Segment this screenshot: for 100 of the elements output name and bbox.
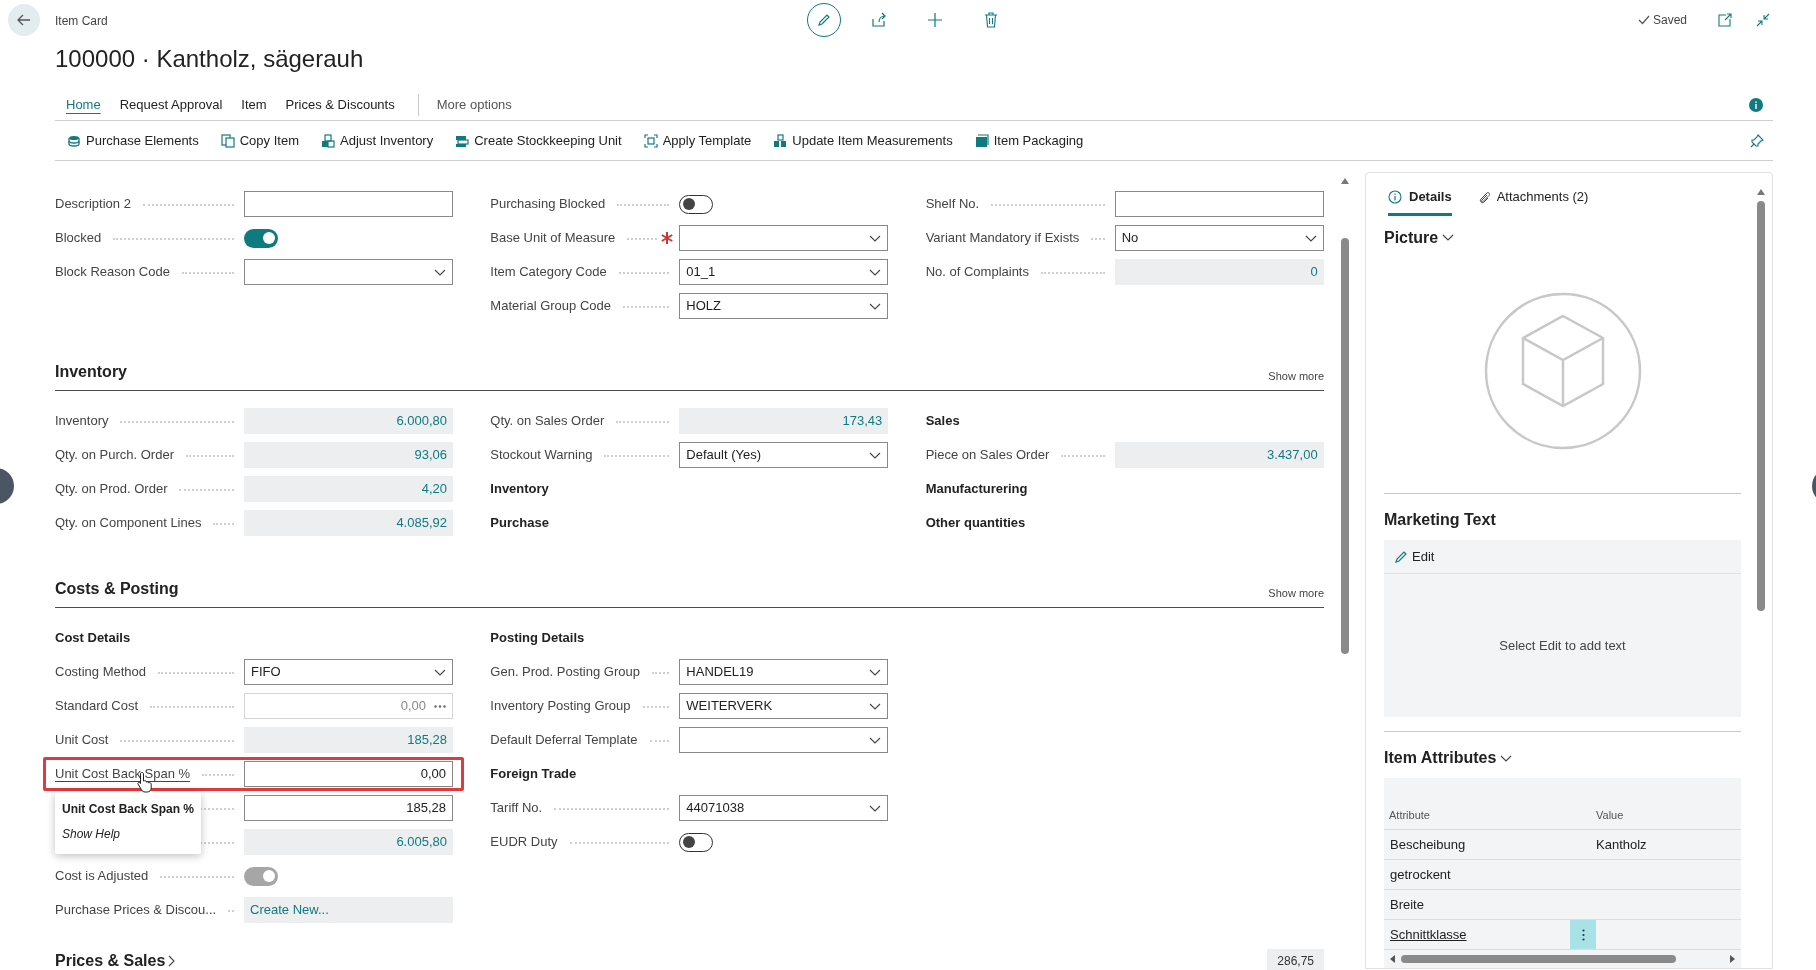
readonly-field: 4.085,92 [244,510,453,536]
dropdown-field[interactable] [679,727,889,753]
chevron-down-icon [869,268,882,276]
more-options-tab[interactable]: More options [436,90,512,120]
chevron-down-icon [869,302,882,310]
field-label: Purchase Prices & Discou... [55,901,217,920]
action-button[interactable]: Copy Item [220,130,299,151]
chevron-down-icon [434,268,446,276]
table-cell-text: Bescheibung [1389,835,1467,854]
horizontal-scrollbar-thumb[interactable] [1401,955,1676,963]
field-label: Unit Cost [55,731,109,750]
action-button[interactable]: Purchase Elements [67,130,199,151]
marketing-text-header: Marketing Text [1384,510,1497,530]
field-label: Qty. on Purch. Order [55,446,174,465]
action-button[interactable]: Apply Template [643,130,752,151]
chevron-right-icon [168,955,176,967]
chevron-down-icon [434,668,446,676]
readonly-field: 173,43 [679,408,889,434]
open-new-window-button[interactable] [1715,10,1735,30]
trash-icon [984,12,998,28]
ellipsis-icon [434,704,446,708]
readonly-field: 0 [1114,259,1324,285]
action-button[interactable]: Adjust Inventory [321,130,434,151]
menu-tab[interactable]: Request Approval [119,90,223,120]
picture-header[interactable]: Picture [1384,225,1455,250]
breadcrumb: Item Card [55,13,108,30]
group-heading: Inventory [490,480,549,499]
text-field[interactable] [1114,191,1324,217]
more-vertical-icon [1581,928,1585,941]
scroll-left-icon[interactable] [1390,955,1395,963]
chevron-down-icon [869,736,882,744]
field-label: Piece on Sales Order [925,446,1050,465]
popout-icon [1718,13,1732,27]
action-button[interactable]: Item Packaging [974,130,1084,151]
field-label: Qty. on Sales Order [490,412,605,431]
field-label[interactable]: Unit Cost Back Span % [55,764,191,784]
table-cell[interactable]: Schnittklasse [1384,924,1570,945]
menu-tab[interactable]: Prices & Discounts [285,90,395,120]
section-title[interactable]: Prices & Sales [55,949,176,970]
scrollbar-thumb[interactable] [1756,201,1765,611]
show-help-link[interactable]: Show Help [55,820,202,848]
dropdown-field[interactable]: 44071038 [679,795,889,821]
group-heading: Purchase [490,514,549,533]
field-label: EUDR Duty [490,833,558,852]
toggle-switch[interactable] [244,228,278,248]
table-cell-text: Kantholz [1596,835,1647,854]
stack-icon [455,133,470,148]
dropdown-field[interactable]: Default (Yes) [679,442,889,468]
chevron-down-icon [1304,234,1317,242]
dropdown-field[interactable] [679,225,889,251]
field-label: Blocked [55,229,102,248]
show-more-link[interactable]: Show more [1268,584,1324,601]
item-attributes-header[interactable]: Item Attributes [1384,746,1513,770]
field-label: Base Unit of Measure [490,229,616,248]
field-label: Qty. on Component Lines [55,514,202,533]
info-button[interactable] [1749,98,1763,112]
number-field[interactable]: 0,00 [244,761,453,787]
text-field[interactable] [244,191,453,217]
field-label: Description 2 [55,195,131,214]
field-label: Purchasing Blocked [490,195,606,214]
factbox-tab[interactable]: Details [1388,181,1452,216]
scroll-up-icon[interactable] [1756,189,1765,195]
readonly-field: 93,06 [244,442,453,468]
dropdown-field[interactable]: HANDEL19 [679,659,889,685]
action-button[interactable]: Create Stockkeeping Unit [455,130,622,151]
plus-icon [927,12,943,28]
group-heading: Cost Details [55,629,131,648]
dropdown-field[interactable] [244,259,453,285]
group-heading: Sales [925,412,960,431]
dropdown-field[interactable]: No [1114,225,1324,251]
scroll-right-icon[interactable] [1730,955,1735,963]
group-heading: Foreign Trade [490,765,577,784]
action-button[interactable]: Update Item Measurements [773,130,953,151]
readonly-field: 3.437,00 [1114,442,1324,468]
pencil-icon [1394,549,1408,564]
summary-value: 286,75 [1267,949,1324,970]
field-label: Item Category Code [490,263,607,282]
show-more-link[interactable]: Show more [1268,367,1324,384]
create-new-link[interactable]: Create New... [244,897,453,923]
dropdown-field[interactable]: WEITERVERK [679,693,889,719]
section-title: Costs & Posting [55,579,179,599]
dropdown-field[interactable]: HOLZ [679,293,889,319]
back-icon [16,12,32,28]
scrollbar-thumb[interactable] [1340,238,1349,654]
group-heading: Posting Details [490,629,585,648]
menu-tab[interactable]: Item [241,90,267,120]
menu-tab[interactable]: Home [66,90,101,120]
factbox-tab[interactable]: Attachments (2) [1477,181,1589,216]
edit-button[interactable]: Edit [1384,540,1741,574]
field-label: Standard Cost [55,697,139,716]
field-label: Stockout Warning [490,446,593,465]
scroll-up-icon[interactable] [1340,178,1349,184]
number-field[interactable]: 185,28 [244,795,453,821]
dropdown-field[interactable]: 01_1 [679,259,889,285]
cube-placeholder-icon [1482,291,1643,452]
back-button[interactable] [8,4,40,36]
readonly-field: 185,28 [244,727,453,753]
pin-button[interactable] [1749,132,1765,149]
dropdown-field[interactable]: FIFO [244,659,453,685]
coins-icon [67,133,81,148]
